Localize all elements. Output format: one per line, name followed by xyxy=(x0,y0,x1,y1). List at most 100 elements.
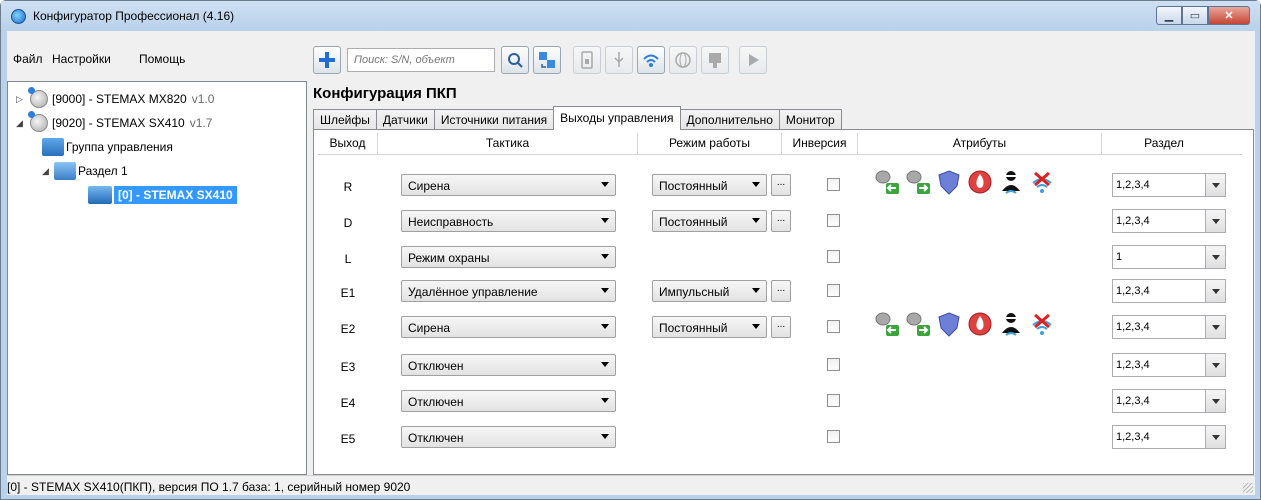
partition-select[interactable]: 1,2,3,4 xyxy=(1112,173,1226,197)
device-dish-icon xyxy=(28,87,50,108)
close-button[interactable]: ✕ xyxy=(1208,6,1250,25)
burglar-icon[interactable] xyxy=(998,311,1024,337)
menu-file[interactable]: Файл xyxy=(13,52,43,66)
tree-item-mx820[interactable]: ▷ [9000] - STEMAX MX820 v1.0 xyxy=(16,87,214,110)
inversion-checkbox[interactable] xyxy=(827,430,840,443)
connect-button[interactable] xyxy=(533,46,561,74)
inversion-checkbox[interactable] xyxy=(827,358,840,371)
partition-select[interactable]: 1,2,3,4 xyxy=(1112,279,1226,303)
mode-settings-button[interactable]: ... xyxy=(771,210,791,232)
chevron-down-icon[interactable] xyxy=(1205,174,1225,196)
expand-icon[interactable]: ▷ xyxy=(16,94,28,105)
chevron-down-icon xyxy=(601,362,609,367)
fire-icon[interactable] xyxy=(967,169,993,195)
partition-select[interactable]: 1,2,3,4 xyxy=(1112,209,1226,233)
mode-select[interactable]: Импульсный xyxy=(652,280,767,302)
chevron-down-icon[interactable] xyxy=(1205,354,1225,376)
tactic-select[interactable]: Отключен xyxy=(401,354,616,376)
sim-card-button[interactable] xyxy=(573,46,601,74)
speaker-out-icon[interactable] xyxy=(905,311,931,337)
partition-select[interactable]: 1,2,3,4 xyxy=(1112,389,1226,413)
wireless-off-icon[interactable] xyxy=(1029,169,1055,195)
collapse-icon[interactable]: ◢ xyxy=(42,166,54,177)
inversion-checkbox[interactable] xyxy=(827,394,840,407)
mode-select[interactable]: Постоянный xyxy=(652,210,767,232)
menu-help[interactable]: Помощь xyxy=(139,52,185,66)
partition-select[interactable]: 1,2,3,4 xyxy=(1112,315,1226,339)
speaker-in-icon[interactable] xyxy=(874,311,900,337)
wifi-button[interactable] xyxy=(637,46,665,74)
partition-select[interactable]: 1,2,3,4 xyxy=(1112,425,1226,449)
mode-settings-button[interactable]: ... xyxy=(771,316,791,338)
outputs-panel: Выход Тактика Режим работы Инверсия Атри… xyxy=(313,129,1254,475)
inversion-checkbox[interactable] xyxy=(827,178,840,191)
add-button[interactable] xyxy=(313,46,341,74)
tab-loops[interactable]: Шлейфы xyxy=(313,109,377,130)
chevron-down-icon[interactable] xyxy=(1205,390,1225,412)
tab-power[interactable]: Источники питания xyxy=(433,109,555,130)
usb-button[interactable] xyxy=(605,46,633,74)
minimize-button[interactable]: ▁ xyxy=(1156,6,1182,25)
mode-settings-button[interactable]: ... xyxy=(771,174,791,196)
tactic-select[interactable]: Отключен xyxy=(401,390,616,412)
attribute-icons xyxy=(874,169,1060,195)
tactic-select[interactable]: Неисправность xyxy=(401,210,616,232)
output-id: E1 xyxy=(340,286,356,300)
chevron-down-icon[interactable] xyxy=(1205,316,1225,338)
inversion-checkbox[interactable] xyxy=(827,284,840,297)
search-input[interactable] xyxy=(347,48,495,72)
play-button[interactable] xyxy=(739,46,767,74)
speaker-out-icon[interactable] xyxy=(905,169,931,195)
collapse-icon[interactable]: ◢ xyxy=(16,118,28,129)
chevron-down-icon[interactable] xyxy=(1205,246,1225,268)
burglar-icon[interactable] xyxy=(998,169,1024,195)
tab-outputs[interactable]: Выходы управления xyxy=(553,106,681,130)
globe-button[interactable] xyxy=(669,46,697,74)
tree-item-device-0[interactable]: [0] - STEMAX SX410 xyxy=(88,184,237,206)
chevron-down-icon xyxy=(601,288,609,293)
tactic-select[interactable]: Сирена xyxy=(401,174,616,196)
chevron-down-icon[interactable] xyxy=(1205,280,1225,302)
maximize-button[interactable]: ▭ xyxy=(1182,6,1208,25)
chevron-down-icon[interactable] xyxy=(1205,426,1225,448)
toolbar xyxy=(313,45,771,75)
speaker-in-icon[interactable] xyxy=(874,169,900,195)
chevron-down-icon[interactable] xyxy=(1205,210,1225,232)
partition-select[interactable]: 1,2,3,4 xyxy=(1112,353,1226,377)
mode-select[interactable]: Постоянный xyxy=(652,174,767,196)
mode-settings-button[interactable]: ... xyxy=(771,280,791,302)
table-row: R Сирена Постоянный... 1,2,3,4 xyxy=(318,169,1242,205)
menu-settings[interactable]: Настройки xyxy=(52,52,111,66)
mode-value: Постоянный xyxy=(659,321,728,335)
title-bar[interactable]: Конфигуратор Профессионал (4.16) ▁ ▭ ✕ xyxy=(1,1,1260,31)
chevron-down-icon xyxy=(601,324,609,329)
inversion-checkbox[interactable] xyxy=(827,214,840,227)
mode-select[interactable]: Постоянный xyxy=(652,316,767,338)
partition-select[interactable]: 1 xyxy=(1112,245,1226,269)
shield-icon[interactable] xyxy=(936,311,962,337)
tree-item-control-group[interactable]: Группа управления xyxy=(42,136,173,158)
tactic-select[interactable]: Удалённое управление xyxy=(401,280,616,302)
header-attributes: Атрибуты xyxy=(858,133,1102,155)
tactic-select[interactable]: Отключен xyxy=(401,426,616,448)
tab-monitor[interactable]: Монитор xyxy=(778,109,842,130)
connect-icon xyxy=(539,52,555,68)
table-row: L Режим охраны 1 xyxy=(318,243,1242,277)
fire-icon[interactable] xyxy=(967,311,993,337)
tactic-value: Отключен xyxy=(408,359,464,373)
resize-grip[interactable] xyxy=(1243,483,1253,493)
device-tree[interactable]: ▷ [9000] - STEMAX MX820 v1.0 ◢ [9020] - … xyxy=(7,81,307,475)
tab-sensors[interactable]: Датчики xyxy=(375,109,435,130)
tactic-select[interactable]: Режим охраны xyxy=(401,246,616,268)
inversion-checkbox[interactable] xyxy=(827,250,840,263)
inversion-checkbox[interactable] xyxy=(827,320,840,333)
tree-item-partition-1[interactable]: ◢ Раздел 1 xyxy=(42,160,128,182)
tactic-select[interactable]: Сирена xyxy=(401,316,616,338)
header-inversion: Инверсия xyxy=(782,133,858,155)
tag-button[interactable] xyxy=(701,46,729,74)
tree-item-sx410[interactable]: ◢ [9020] - STEMAX SX410 v1.7 xyxy=(16,111,212,134)
search-go-button[interactable] xyxy=(501,46,529,74)
wireless-off-icon[interactable] xyxy=(1029,311,1055,337)
tab-additional[interactable]: Дополнительно xyxy=(679,109,780,130)
shield-icon[interactable] xyxy=(936,169,962,195)
